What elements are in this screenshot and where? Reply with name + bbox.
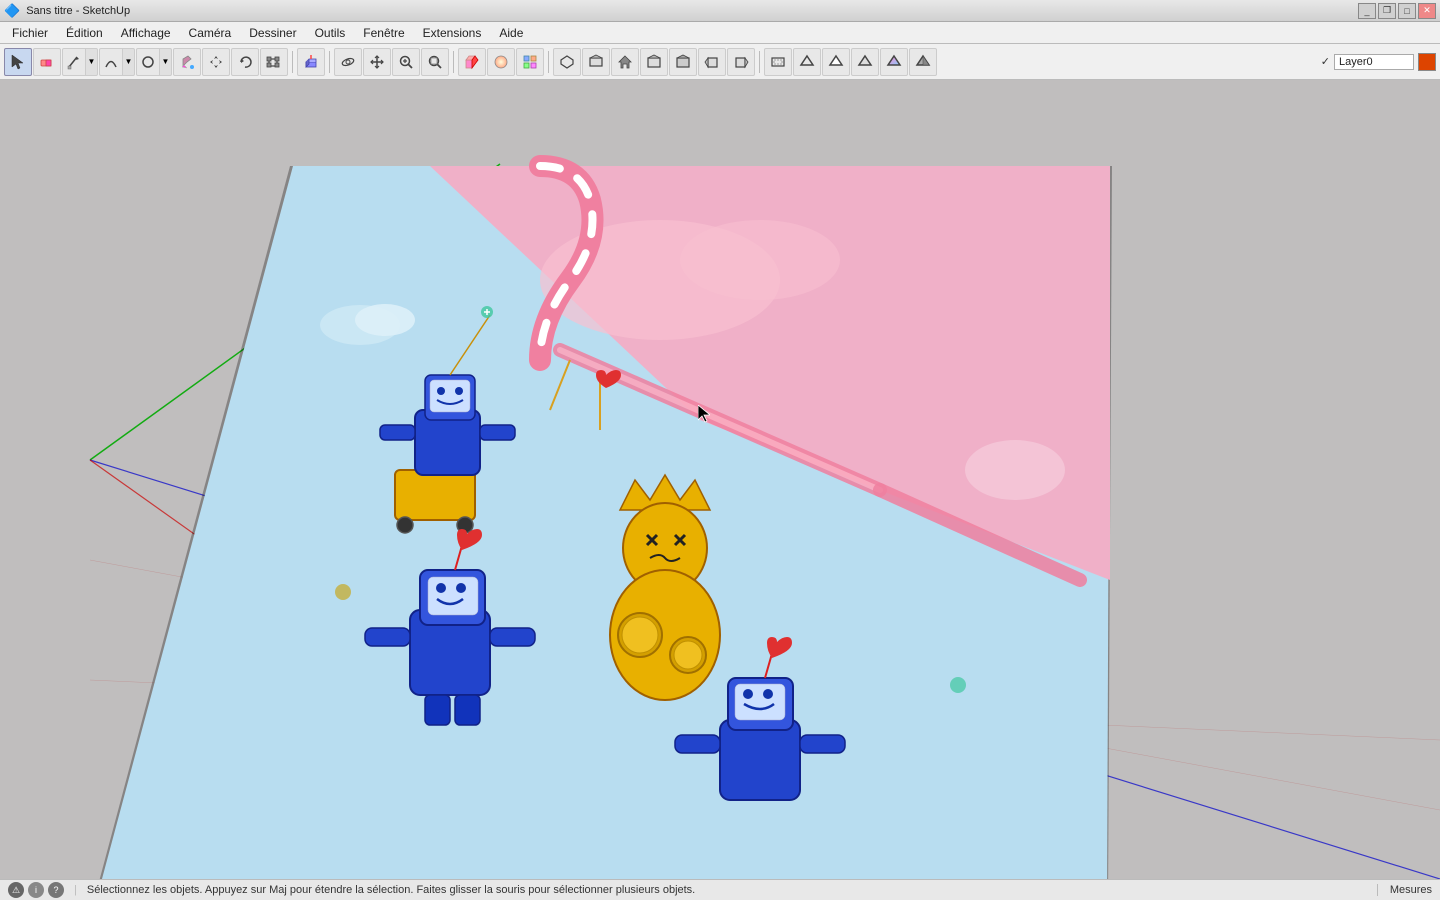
circle-tool-arrow[interactable]: ▼ <box>160 48 172 76</box>
menu-dessiner[interactable]: Dessiner <box>241 24 304 42</box>
view-iso-button[interactable] <box>553 48 581 76</box>
layer-selector: ✓ <box>1321 53 1436 71</box>
menu-camera[interactable]: Caméra <box>181 24 240 42</box>
menu-affichage[interactable]: Affichage <box>113 24 179 42</box>
orbit-tool-button[interactable] <box>334 48 362 76</box>
view-back-button[interactable] <box>669 48 697 76</box>
menu-fichier[interactable]: Fichier <box>4 24 56 42</box>
style-textured-button[interactable] <box>880 48 908 76</box>
toolbar: ▼ ▼ ▼ <box>0 44 1440 80</box>
status-icons: ⚠ i ? <box>8 882 64 898</box>
arc-tool-arrow[interactable]: ▼ <box>123 48 135 76</box>
close-button[interactable]: ✕ <box>1418 3 1436 19</box>
arc-tool-dropdown[interactable]: ▼ <box>99 48 135 76</box>
title-controls[interactable]: _ ❐ □ ✕ <box>1358 3 1436 19</box>
view-front-button[interactable] <box>640 48 668 76</box>
title-bar-left: 🔷 Sans titre - SketchUp <box>4 3 130 19</box>
sep1 <box>292 51 293 73</box>
sep3 <box>453 51 454 73</box>
components-button[interactable] <box>458 48 486 76</box>
restore-button[interactable]: ❐ <box>1378 3 1396 19</box>
layer-check: ✓ <box>1321 55 1330 68</box>
view-left-button[interactable] <box>727 48 755 76</box>
viewport[interactable] <box>0 80 1440 879</box>
menu-outils[interactable]: Outils <box>307 24 354 42</box>
status-text: Sélectionnez les objets. Appuyez sur Maj… <box>87 884 1371 896</box>
style-wireframe-button[interactable] <box>793 48 821 76</box>
menu-extensions[interactable]: Extensions <box>415 24 490 42</box>
measures-label: Mesures <box>1377 884 1432 896</box>
arc-tool-button[interactable] <box>99 48 123 76</box>
style-hidden-button[interactable] <box>822 48 850 76</box>
status-bar: ⚠ i ? | Sélectionnez les objets. Appuyez… <box>0 879 1440 900</box>
circle-tool-dropdown[interactable]: ▼ <box>136 48 172 76</box>
title-bar: 🔷 Sans titre - SketchUp _ ❐ □ ✕ <box>0 0 1440 22</box>
status-separator: | <box>74 884 77 896</box>
title-text: Sans titre - SketchUp <box>26 5 130 17</box>
materials-button[interactable] <box>487 48 515 76</box>
sep2 <box>329 51 330 73</box>
sep4 <box>548 51 549 73</box>
layer-color-swatch[interactable] <box>1418 53 1436 71</box>
info-icon[interactable]: i <box>28 882 44 898</box>
question-icon[interactable]: ? <box>48 882 64 898</box>
pencil-tool-dropdown[interactable]: ▼ <box>62 48 98 76</box>
rotate-tool-button[interactable] <box>231 48 259 76</box>
menu-edition[interactable]: Édition <box>58 24 111 42</box>
menu-aide[interactable]: Aide <box>491 24 531 42</box>
viewport-background <box>0 80 1440 879</box>
eraser-tool-button[interactable] <box>33 48 61 76</box>
zoom-tool-button[interactable] <box>392 48 420 76</box>
scale-tool-button[interactable] <box>260 48 288 76</box>
pan-tool-button[interactable] <box>363 48 391 76</box>
warning-icon[interactable]: ⚠ <box>8 882 24 898</box>
style-solid-button[interactable] <box>851 48 879 76</box>
maximize-button[interactable]: □ <box>1398 3 1416 19</box>
circle-tool-button[interactable] <box>136 48 160 76</box>
pencil-tool-arrow[interactable]: ▼ <box>86 48 98 76</box>
pushpull-tool-button[interactable] <box>297 48 325 76</box>
layer-name-input[interactable] <box>1334 54 1414 70</box>
view-home-button[interactable] <box>611 48 639 76</box>
view-right-button[interactable] <box>698 48 726 76</box>
zoom-extents-button[interactable] <box>421 48 449 76</box>
style-xray-button[interactable] <box>764 48 792 76</box>
paint-tool-button[interactable] <box>173 48 201 76</box>
pencil-tool-button[interactable] <box>62 48 86 76</box>
sep5 <box>759 51 760 73</box>
minimize-button[interactable]: _ <box>1358 3 1376 19</box>
select-tool-button[interactable] <box>4 48 32 76</box>
styles-button[interactable] <box>516 48 544 76</box>
view-top-button[interactable] <box>582 48 610 76</box>
menu-fenetre[interactable]: Fenêtre <box>355 24 412 42</box>
style-mono-button[interactable] <box>909 48 937 76</box>
move-tool-button[interactable] <box>202 48 230 76</box>
menu-bar: Fichier Édition Affichage Caméra Dessine… <box>0 22 1440 44</box>
